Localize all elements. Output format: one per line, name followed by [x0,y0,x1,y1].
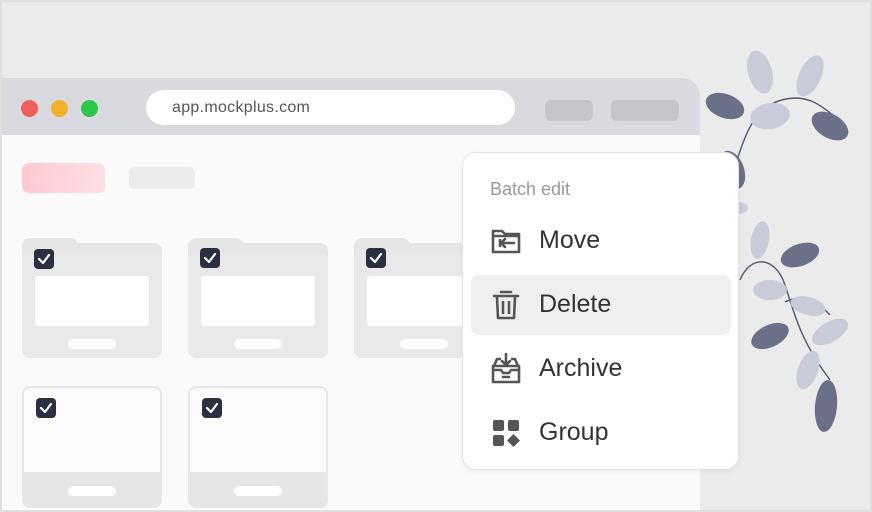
archive-icon [490,352,522,385]
menu-item-archive[interactable]: Archive [471,339,731,399]
menu-item-label: Delete [539,290,612,318]
address-bar[interactable]: app.mockplus.com [146,90,515,125]
close-window-button[interactable] [21,100,38,117]
folder-item[interactable] [22,238,162,358]
batch-edit-menu: Batch edit Move Delete Archive Group [462,152,739,470]
check-icon [37,253,51,265]
file-card[interactable] [22,386,162,508]
check-icon [39,402,53,414]
primary-tab-placeholder[interactable] [22,163,105,193]
checkbox-checked[interactable] [36,398,56,418]
folder-move-icon [490,225,522,257]
check-icon [205,402,219,414]
checkbox-checked[interactable] [34,249,54,269]
maximize-window-button[interactable] [81,100,98,117]
menu-item-move[interactable]: Move [471,211,731,271]
file-card[interactable] [188,386,328,508]
checkbox-checked[interactable] [366,248,386,268]
menu-item-label: Move [539,226,601,254]
menu-item-label: Archive [539,354,623,382]
menu-title: Batch edit [490,179,571,199]
menu-item-label: Group [539,418,609,446]
toolbar-button-placeholder[interactable] [545,100,593,121]
menu-item-group[interactable]: Group [471,403,731,463]
check-icon [369,252,383,264]
folder-item[interactable] [188,238,328,358]
menu-item-delete[interactable]: Delete [471,275,731,335]
checkbox-checked[interactable] [200,248,220,268]
group-icon [490,417,522,449]
toolbar-button-placeholder[interactable] [611,100,679,121]
check-icon [203,252,217,264]
minimize-window-button[interactable] [51,100,68,117]
checkbox-checked[interactable] [202,398,222,418]
browser-titlebar: app.mockplus.com [2,78,700,135]
secondary-tab-placeholder[interactable] [129,167,195,189]
trash-icon [490,289,522,321]
